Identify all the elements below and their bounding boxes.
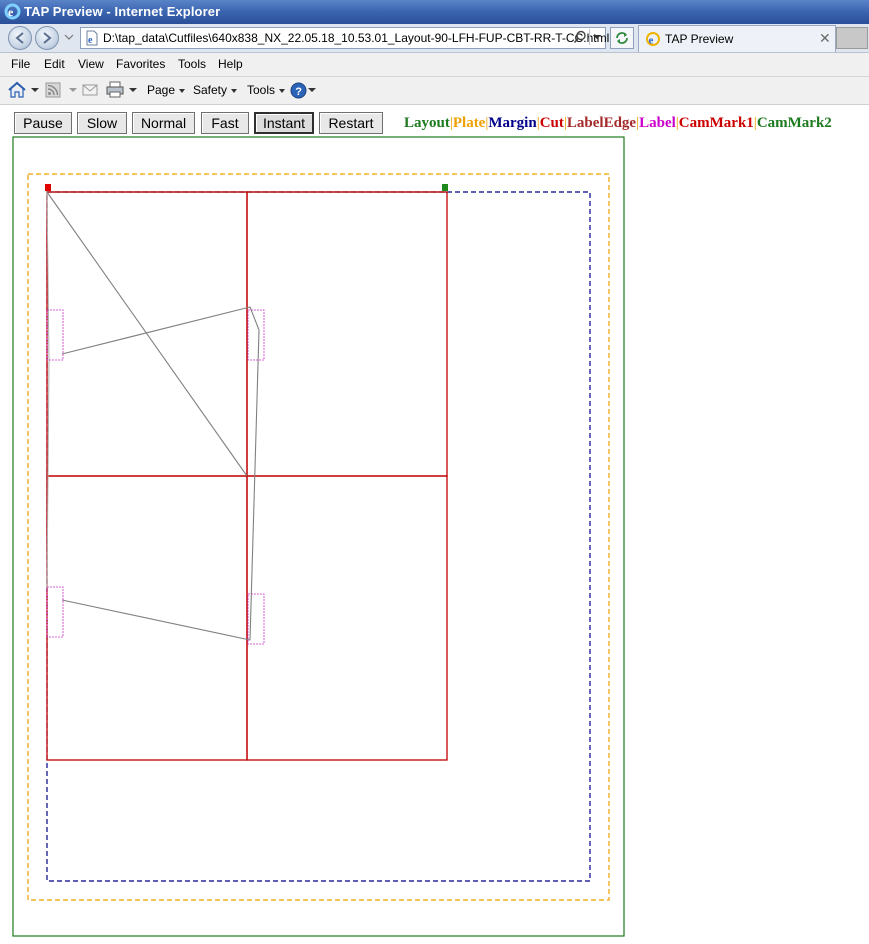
- cam-mark-2: [442, 184, 448, 191]
- label-block-3: [46, 586, 64, 638]
- cam-mark-1: [45, 184, 51, 191]
- cut-rect-2: [246, 191, 448, 477]
- layout-preview-canvas: [12, 136, 625, 937]
- cut-rect-4: [246, 475, 448, 761]
- layout-boundary: [12, 136, 625, 937]
- travel-path-labels: [61, 306, 260, 641]
- label-block-2: [247, 309, 265, 361]
- margin-boundary: [46, 191, 591, 882]
- plate-boundary: [27, 173, 610, 901]
- travel-path-diagonal: [46, 191, 248, 477]
